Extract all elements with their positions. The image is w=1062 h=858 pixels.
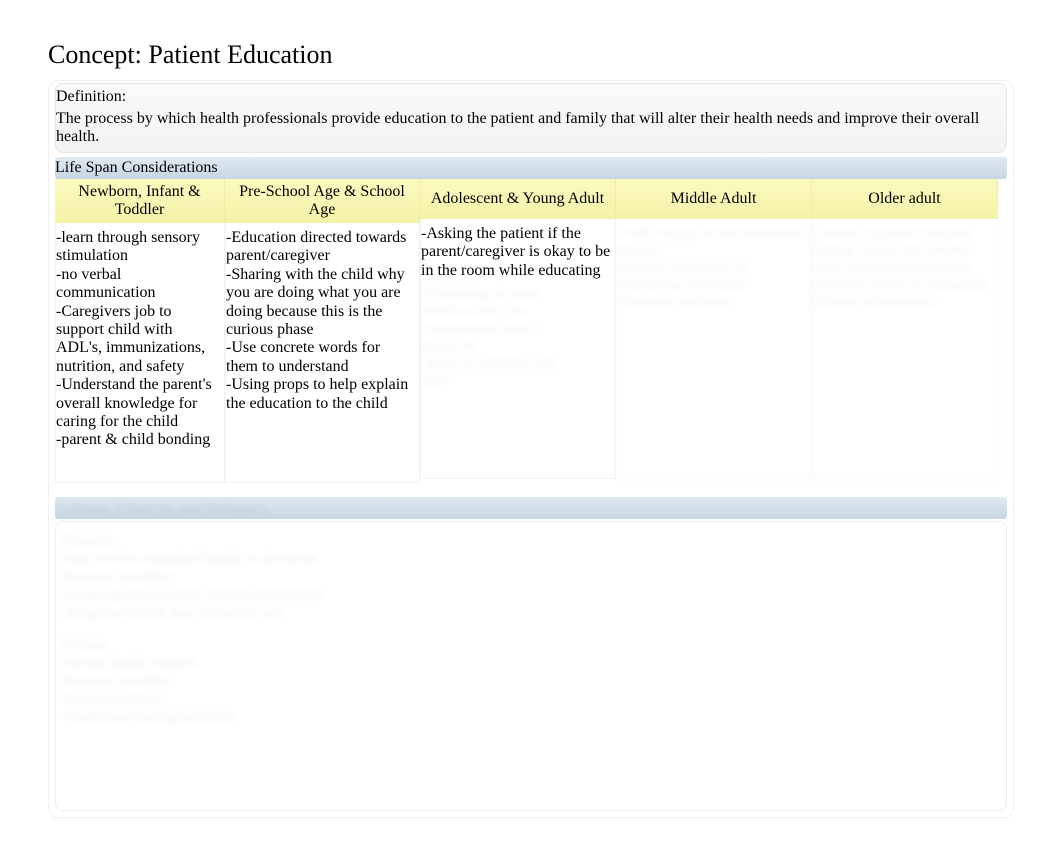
lifespan-col-middle-adult: Middle Adult -Fully engage in the educat… (616, 179, 812, 483)
col-body-blur: -Assess cognitive function -Speak slowly… (812, 219, 998, 479)
culture-block-1: Hispanic: -May involve extended family i… (60, 532, 1002, 622)
col-header: Older adult (812, 179, 998, 219)
col-header: Pre-School Age & School Age (225, 179, 420, 223)
col-body-clear: -Asking the patient if the parent/caregi… (421, 219, 615, 280)
col-body-blur: -Fully engage in the education process -… (616, 219, 812, 479)
culture-section-header: Cultural, Ethnicity, and Religion: (55, 497, 1007, 519)
content-container: Definition: The process by which health … (48, 80, 1014, 818)
col-body: -learn through sensory stimulation -no v… (55, 223, 225, 483)
culture-box: Hispanic: -May involve extended family i… (55, 521, 1007, 811)
lifespan-col-older-adult: Older adult -Assess cognitive function -… (812, 179, 998, 483)
lifespan-table: Newborn, Infant & Toddler -learn through… (55, 179, 1007, 483)
lifespan-col-adolescent: Adolescent & Young Adult -Asking the pat… (420, 179, 616, 483)
col-body-blur: -Explaining in more detail so they can c… (421, 280, 615, 396)
col-body: -Asking the patient if the parent/caregi… (420, 219, 616, 479)
definition-label: Definition: (56, 88, 1006, 108)
lifespan-col-preschool: Pre-School Age & School Age -Education d… (225, 179, 420, 483)
col-body: -Education directed towards parent/careg… (225, 223, 420, 483)
lifespan-section-header: Life Span Considerations (55, 157, 1007, 179)
definition-text: The process by which health professional… (56, 108, 1006, 146)
col-header: Middle Adult (616, 179, 812, 219)
lifespan-col-newborn: Newborn, Infant & Toddler -learn through… (55, 179, 225, 483)
col-header: Adolescent & Young Adult (420, 179, 616, 219)
definition-box: Definition: The process by which health … (55, 83, 1007, 153)
page-title: Concept: Patient Education (48, 40, 1014, 70)
culture-block-2: African: -Strong family support -Respect… (60, 636, 1002, 726)
culture-section-header-text: Cultural, Ethnicity, and Religion: (55, 499, 268, 516)
col-header: Newborn, Infant & Toddler (55, 179, 225, 223)
